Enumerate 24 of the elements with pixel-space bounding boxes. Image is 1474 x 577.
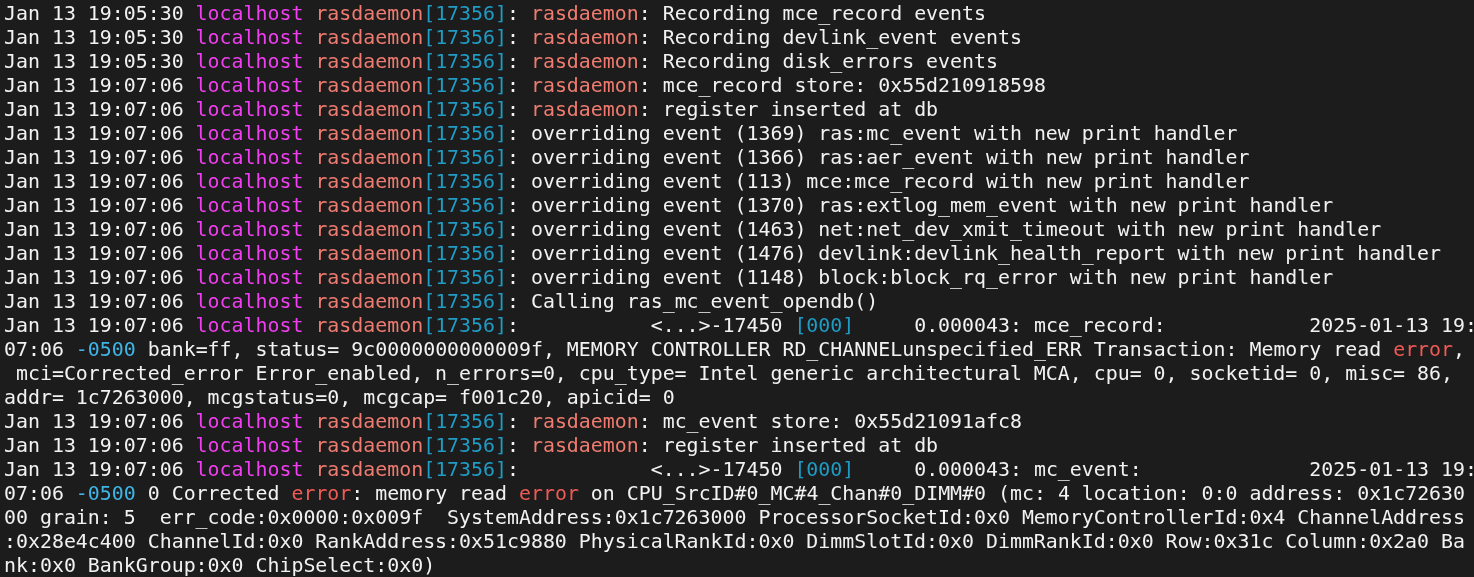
log-line: 07:06 -0500 bank=ff, status= 9c0000000000009f, MEMORY CONTROLLER RD_CHANNELunspecified_ERR Transaction: Memory read error, xyxy=(4,338,1466,362)
log-line: Jan 13 19:07:06 localhost rasdaemon[17356]: rasdaemon: register inserted at db xyxy=(4,434,939,458)
log-line: Jan 13 19:07:06 localhost rasdaemon[17356]: <...>-17450 [000] 0.000043: mce_record: 2025-01-13 19: xyxy=(4,314,1474,338)
log-line: addr= 1c7263000, mcgstatus=0, mcgcap= f001c20, apicid= 0 xyxy=(4,386,675,410)
log-line: Jan 13 19:07:06 localhost rasdaemon[17356]: <...>-17450 [000] 0.000043: mc_event: 2025-01-13 19: xyxy=(4,458,1474,482)
log-line: Jan 13 19:07:06 localhost rasdaemon[17356]: overriding event (1370) ras:extlog_mem_event with new print handler xyxy=(4,194,1334,218)
log-line: Jan 13 19:07:06 localhost rasdaemon[17356]: Calling ras_mc_event_opendb() xyxy=(4,290,879,314)
log-line: Jan 13 19:07:06 localhost rasdaemon[17356]: overriding event (1476) devlink:devlink_health_report with new print handler xyxy=(4,242,1442,266)
log-line: mci=Corrected_error Error_enabled, n_errors=0, cpu_type= Intel generic architectural MCA, cpu= 0, socketid= 0, misc= 86, xyxy=(14,362,1453,386)
log-line: 00 grain: 5 err_code:0x0000:0x009f SystemAddress:0x1c7263000 ProcessorSocketId:0x0 MemoryControllerId:0x4 ChannelAddress xyxy=(4,506,1465,530)
log-line: Jan 13 19:05:30 localhost rasdaemon[17356]: rasdaemon: Recording disk_errors events xyxy=(4,50,998,74)
log-line: Jan 13 19:07:06 localhost rasdaemon[17356]: rasdaemon: mc_event store: 0x55d21091afc8 xyxy=(4,410,1022,434)
log-line: Jan 13 19:07:06 localhost rasdaemon[17356]: rasdaemon: register inserted at db xyxy=(4,98,939,122)
log-line: :0x28e4c400 ChannelId:0x0 RankAddress:0x51c9880 PhysicalRankId:0x0 DimmSlotId:0x0 DimmRankId:0x0 Row:0x31c Column:0x2a0 Ba xyxy=(4,530,1465,554)
log-line: nk:0x0 BankGroup:0x0 ChipSelect:0x0) xyxy=(4,554,436,577)
log-line: Jan 13 19:07:06 localhost rasdaemon[17356]: overriding event (1148) block:block_rq_error with new print handler xyxy=(4,266,1334,290)
log-line: Jan 13 19:07:06 localhost rasdaemon[17356]: overriding event (1366) ras:aer_event with new print handler xyxy=(4,146,1250,170)
log-line: Jan 13 19:07:06 localhost rasdaemon[17356]: rasdaemon: mce_record store: 0x55d210918598 xyxy=(4,74,1046,98)
log-line: 07:06 -0500 0 Corrected error: memory read error on CPU_SrcID#0_MC#4_Chan#0_DIMM#0 (mc: 4 location: 0:0 address: 0x1c72630 xyxy=(4,482,1466,506)
log-line: Jan 13 19:07:06 localhost rasdaemon[17356]: overriding event (113) mce:mce_record with new print handler xyxy=(4,170,1250,194)
log-line: Jan 13 19:07:06 localhost rasdaemon[17356]: overriding event (1369) ras:mc_event with new print handler xyxy=(4,122,1238,146)
log-line: Jan 13 19:05:30 localhost rasdaemon[17356]: rasdaemon: Recording devlink_event events xyxy=(4,26,1022,50)
log-line: Jan 13 19:07:06 localhost rasdaemon[17356]: overriding event (1463) net:net_dev_xmit_timeout with new print handler xyxy=(4,218,1382,242)
log-line: Jan 13 19:05:30 localhost rasdaemon[17356]: rasdaemon: Recording mce_record events xyxy=(4,2,986,26)
